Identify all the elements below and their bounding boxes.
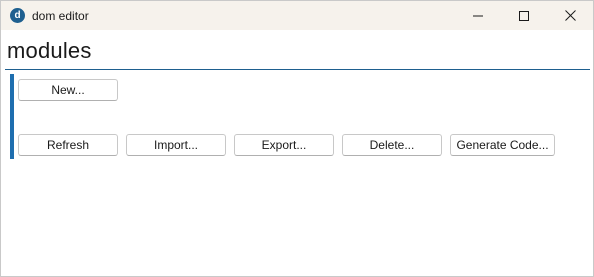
minimize-button[interactable]: [455, 1, 501, 30]
app-window: d dom editor modules New... Refresh Impo…: [0, 0, 594, 277]
window-title: dom editor: [32, 9, 89, 23]
refresh-button[interactable]: Refresh: [18, 134, 118, 156]
title-divider: [5, 69, 590, 70]
page-title: modules: [7, 38, 92, 63]
delete-button[interactable]: Delete...: [342, 134, 442, 156]
import-button[interactable]: Import...: [126, 134, 226, 156]
new-button[interactable]: New...: [18, 79, 118, 101]
maximize-icon: [519, 10, 529, 21]
app-icon: d: [10, 8, 25, 23]
minimize-icon: [473, 15, 483, 16]
maximize-button[interactable]: [501, 1, 547, 30]
title-bar[interactable]: d dom editor: [1, 1, 593, 30]
close-icon: [564, 10, 576, 21]
close-button[interactable]: [547, 1, 593, 30]
generate-code-button[interactable]: Generate Code...: [450, 134, 555, 156]
export-button[interactable]: Export...: [234, 134, 334, 156]
group-accent-bar: [10, 74, 14, 159]
